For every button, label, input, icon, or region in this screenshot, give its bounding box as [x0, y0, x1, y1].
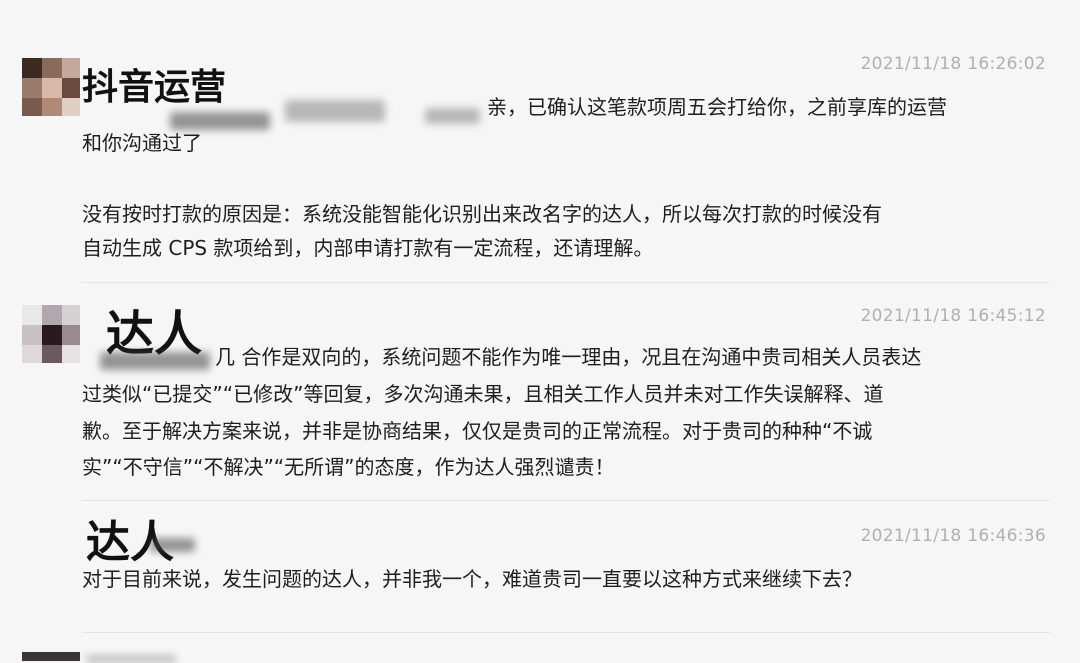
divider [82, 282, 1050, 283]
redacted-name [285, 100, 385, 122]
redacted-name [150, 538, 195, 552]
message-text: 几 合作是双向的，系统问题不能作为唯一理由，况且在沟通中贵司相关人员表达 [215, 345, 922, 369]
message-text: 实”“不守信”“不解决”“无所谓”的态度，作为达人强烈谴责！ [82, 455, 615, 479]
message-text: 和你沟通过了 [82, 131, 202, 155]
message-text: 对于目前来说，发生问题的达人，并非我一个，难道贵司一直要以这种方式来继续下去？ [82, 567, 862, 591]
divider [82, 500, 1050, 501]
redacted-name [100, 352, 210, 370]
avatar[interactable] [22, 305, 80, 363]
message-timestamp: 2021/11/18 16:46:36 [860, 526, 1046, 546]
redacted-name [86, 655, 176, 663]
message-text: 歉。至于解决方案来说，并非是协商结果，仅仅是贵司的正常流程。对于贵司的种种“不诚 [82, 419, 873, 443]
divider [82, 632, 1050, 633]
message-text: 自动生成 CPS 款项给到，内部申请打款有一定流程，还请理解。 [82, 236, 654, 260]
redacted-name [425, 108, 480, 124]
sender-name: 抖音运营 [82, 67, 227, 108]
message-timestamp: 2021/11/18 16:26:02 [860, 54, 1046, 74]
message-text: 亲，已确认这笔款项周五会打给你，之前享库的运营 [487, 95, 947, 119]
avatar[interactable] [22, 652, 80, 661]
message-timestamp: 2021/11/18 16:45:12 [860, 306, 1046, 326]
message-text: 过类似“已提交”“已修改”等回复，多次沟通未果，且相关工作人员并未对工作失误解释… [82, 382, 884, 406]
avatar[interactable] [22, 58, 80, 116]
message-text: 没有按时打款的原因是：系统没能智能化识别出来改名字的达人，所以每次打款的时候没有 [82, 202, 882, 226]
